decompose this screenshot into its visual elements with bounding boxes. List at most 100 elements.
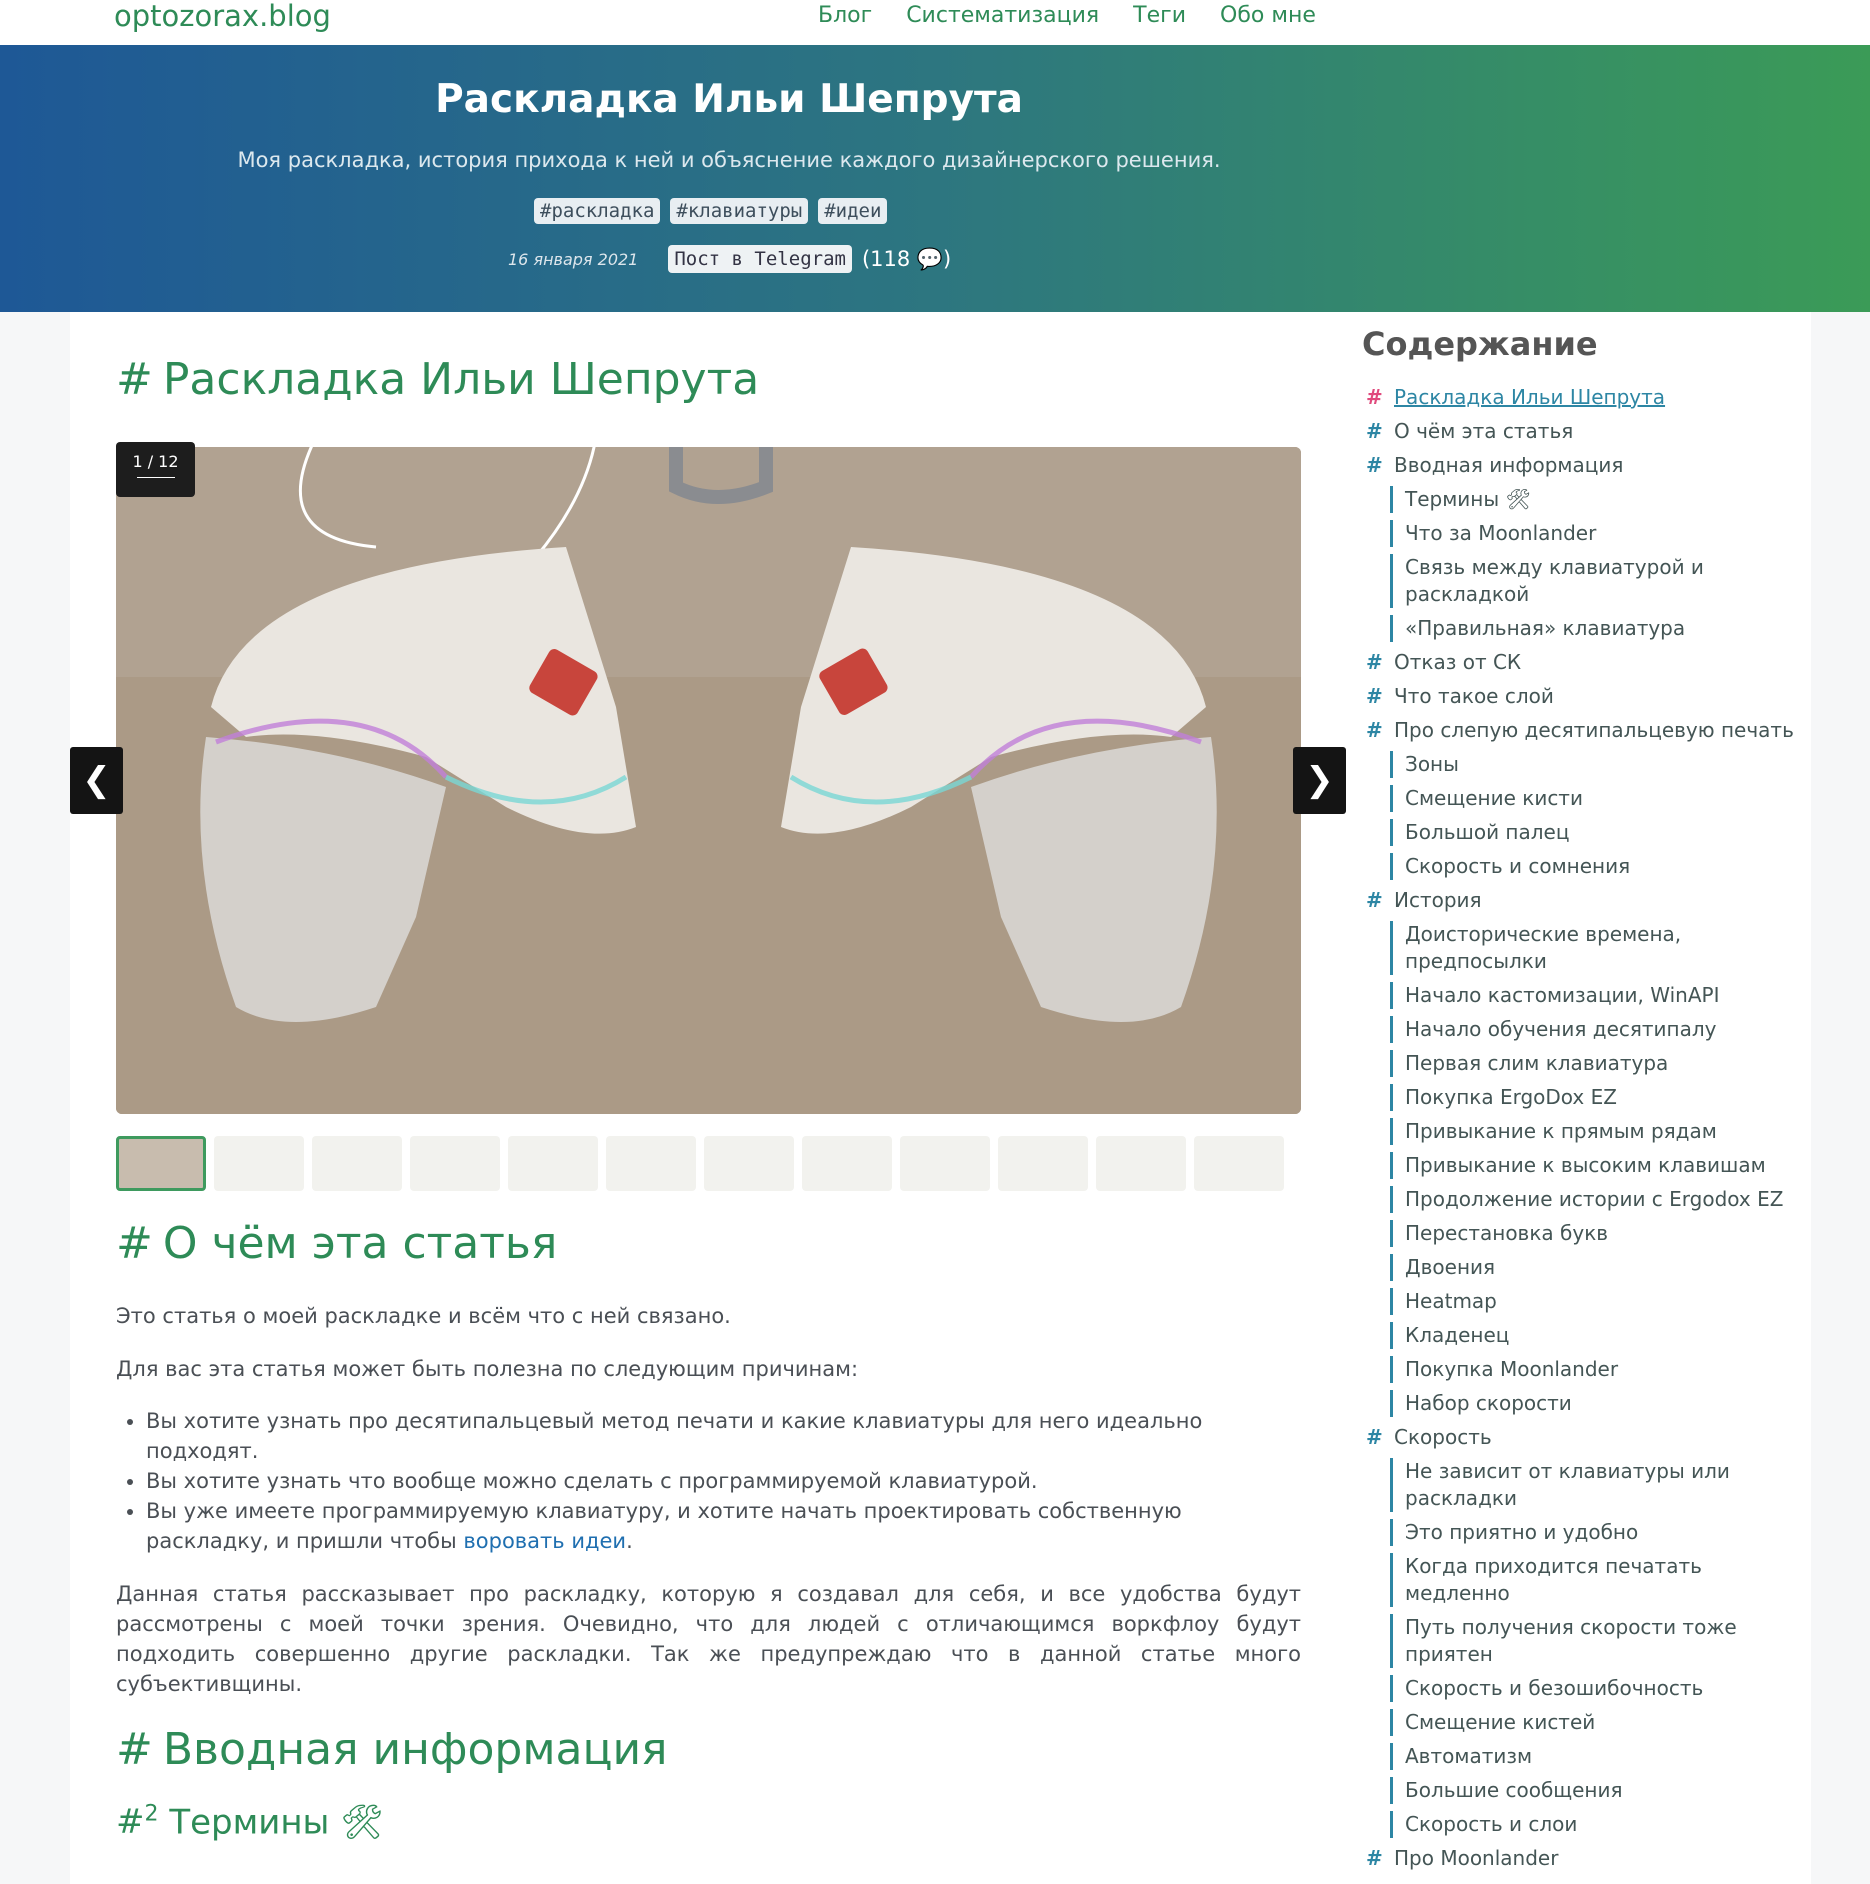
- heading-title: # Раскладка Ильи Шепрута: [116, 354, 760, 405]
- toc-item[interactable]: # Вводная информация: [1366, 452, 1806, 479]
- toc-item-label: Скорость и сомнения: [1405, 854, 1631, 878]
- toc-item[interactable]: Heatmap: [1366, 1288, 1806, 1315]
- toc-item[interactable]: Покупка Moonlander: [1366, 1356, 1806, 1383]
- toc-item[interactable]: Не зависит от клавиатуры или раскладки: [1366, 1458, 1806, 1512]
- toc-item[interactable]: «Правильная» клавиатура: [1366, 615, 1806, 642]
- toc-item[interactable]: Что за Moonlander: [1366, 520, 1806, 547]
- gallery-thumbnail[interactable]: [606, 1136, 696, 1191]
- toc-item-label: Начало обучения десятипалу: [1405, 1017, 1717, 1041]
- gallery-thumbnail[interactable]: [1096, 1136, 1186, 1191]
- toc-item[interactable]: Покупка ErgoDox EZ: [1366, 1084, 1806, 1111]
- nav-links: Блог Систематизация Теги Обо мне: [818, 2, 1316, 30]
- toc-item[interactable]: # Отказ от СК: [1366, 649, 1806, 676]
- toc-indent-bar: [1390, 1084, 1393, 1111]
- toc-item[interactable]: Автоматизм: [1366, 1743, 1806, 1770]
- toc-item-label: Покупка Moonlander: [1405, 1357, 1619, 1381]
- heading-anchor[interactable]: #: [116, 1218, 153, 1269]
- article-content: # Раскладка Ильи Шепрута 1 / 12 ❮ ❯ # О …: [70, 312, 1346, 1884]
- heading-anchor[interactable]: #: [116, 1724, 153, 1775]
- nav-link-tags[interactable]: Теги: [1133, 2, 1186, 30]
- toc-item-label: Продолжение истории с Ergodox EZ: [1405, 1187, 1784, 1211]
- toc-item[interactable]: Доисторические времена, предпосылки: [1366, 921, 1806, 975]
- toc-item[interactable]: Первая слим клавиатура: [1366, 1050, 1806, 1077]
- nav-link-systematization[interactable]: Систематизация: [906, 2, 1099, 30]
- post-subtitle: Моя раскладка, история прихода к ней и о…: [237, 148, 1221, 172]
- toc-item[interactable]: Начало кастомизации, WinAPI: [1366, 982, 1806, 1009]
- gallery-next-button[interactable]: ❯: [1293, 747, 1346, 814]
- heading-anchor[interactable]: #: [116, 354, 153, 405]
- toc-indent-bar: [1390, 1118, 1393, 1145]
- gallery-thumbnail[interactable]: [508, 1136, 598, 1191]
- toc-item[interactable]: Когда приходится печатать медленно: [1366, 1553, 1806, 1607]
- toc-item[interactable]: # Что такое слой: [1366, 683, 1806, 710]
- gallery-thumbnail[interactable]: [900, 1136, 990, 1191]
- list-item: Вы уже имеете программируемую клавиатуру…: [146, 1496, 1256, 1556]
- toc-item-label: Большой палец: [1405, 820, 1570, 844]
- toc-item[interactable]: # Про Moonlander: [1366, 1845, 1806, 1872]
- post-title: Раскладка Ильи Шепрута: [435, 77, 1023, 122]
- toc-hash-icon: #: [1366, 888, 1383, 912]
- toc-item[interactable]: Кладенец: [1366, 1322, 1806, 1349]
- gallery-thumbnail[interactable]: [1194, 1136, 1284, 1191]
- toc-hash-icon: #: [1366, 684, 1383, 708]
- toc-hash-icon: #: [1366, 650, 1383, 674]
- toc-item-label: «Правильная» клавиатура: [1405, 616, 1686, 640]
- toc-item[interactable]: Связь между клавиатурой и раскладкой: [1366, 554, 1806, 608]
- toc-item-label: Покупка ErgoDox EZ: [1405, 1085, 1617, 1109]
- toc-item[interactable]: # Раскладка Ильи Шепрута: [1366, 384, 1806, 411]
- tag-ideas[interactable]: #идеи: [818, 198, 888, 224]
- toc-item-label: Не зависит от клавиатуры или раскладки: [1405, 1459, 1730, 1510]
- toc-item[interactable]: Перестановка букв: [1366, 1220, 1806, 1247]
- toc-item[interactable]: Большие сообщения: [1366, 1777, 1806, 1804]
- toc-item[interactable]: Зоны: [1366, 751, 1806, 778]
- toc-item[interactable]: # Скорость: [1366, 1424, 1806, 1451]
- gallery-thumbnail[interactable]: [802, 1136, 892, 1191]
- toc-item[interactable]: Смещение кистей: [1366, 1709, 1806, 1736]
- toc-item-label: Раскладка Ильи Шепрута: [1394, 385, 1666, 409]
- toc-indent-bar: [1390, 1458, 1393, 1512]
- toc-item[interactable]: # Про слепую десятипальцевую печать: [1366, 717, 1806, 744]
- toc-item[interactable]: # История: [1366, 887, 1806, 914]
- comment-count[interactable]: (118 💬): [862, 247, 951, 272]
- toc-item-label: Привыкание к высоким клавишам: [1405, 1153, 1766, 1177]
- tag-layout[interactable]: #раскладка: [534, 198, 661, 224]
- gallery-prev-button[interactable]: ❮: [70, 747, 123, 814]
- tag-keyboards[interactable]: #клавиатуры: [670, 198, 809, 224]
- gallery-thumbnail[interactable]: [116, 1136, 206, 1191]
- toc-item[interactable]: Это приятно и удобно: [1366, 1519, 1806, 1546]
- toc-indent-bar: [1390, 1016, 1393, 1043]
- toc-indent-bar: [1390, 1811, 1393, 1838]
- telegram-post-link[interactable]: Пост в Telegram: [668, 245, 852, 273]
- toc-item[interactable]: Продолжение истории с Ergodox EZ: [1366, 1186, 1806, 1213]
- gallery-thumbnail[interactable]: [704, 1136, 794, 1191]
- toc-item[interactable]: Скорость и слои: [1366, 1811, 1806, 1838]
- nav-link-about[interactable]: Обо мне: [1220, 2, 1316, 30]
- gallery-thumbnails: [116, 1136, 1284, 1191]
- gallery-thumbnail[interactable]: [410, 1136, 500, 1191]
- toc-item[interactable]: Путь получения скорости тоже приятен: [1366, 1614, 1806, 1668]
- toc-item[interactable]: Привыкание к прямым рядам: [1366, 1118, 1806, 1145]
- toc-item[interactable]: Большой палец: [1366, 819, 1806, 846]
- heading-anchor[interactable]: #2: [116, 1802, 159, 1842]
- site-logo-link[interactable]: optozorax.blog: [114, 0, 331, 32]
- toc-item[interactable]: Двоения: [1366, 1254, 1806, 1281]
- gallery-thumbnail[interactable]: [998, 1136, 1088, 1191]
- toc-item[interactable]: Скорость и безошибочность: [1366, 1675, 1806, 1702]
- toc-item-label: История: [1394, 888, 1482, 912]
- toc-item[interactable]: # О чём эта статья: [1366, 418, 1806, 445]
- toc-item[interactable]: Скорость и сомнения: [1366, 853, 1806, 880]
- nav-link-blog[interactable]: Блог: [818, 2, 872, 30]
- toc-indent-bar: [1390, 554, 1393, 608]
- toc-item[interactable]: Смещение кисти: [1366, 785, 1806, 812]
- gallery-thumbnail[interactable]: [312, 1136, 402, 1191]
- gallery-thumbnail[interactable]: [214, 1136, 304, 1191]
- steal-ideas-link[interactable]: воровать идеи: [463, 1529, 626, 1553]
- paragraph: Данная статья рассказывает про раскладку…: [116, 1582, 1301, 1696]
- toc-indent-bar: [1390, 1743, 1393, 1770]
- toc-item-label: Автоматизм: [1405, 1744, 1533, 1768]
- toc-item[interactable]: Привыкание к высоким клавишам: [1366, 1152, 1806, 1179]
- image-gallery[interactable]: [116, 447, 1301, 1114]
- toc-item[interactable]: Начало обучения десятипалу: [1366, 1016, 1806, 1043]
- toc-item[interactable]: Термины 🛠: [1366, 486, 1806, 513]
- toc-item[interactable]: Набор скорости: [1366, 1390, 1806, 1417]
